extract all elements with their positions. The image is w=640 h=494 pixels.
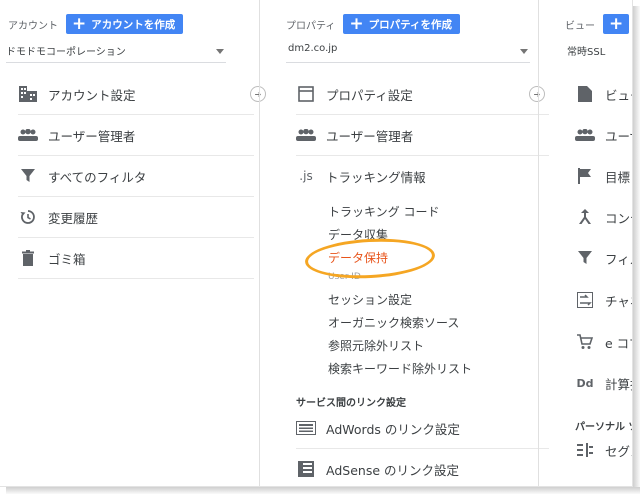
people-icon — [575, 125, 595, 145]
js-icon: .js — [299, 169, 313, 183]
all-filters-label: すべてのフィルタ — [48, 169, 147, 185]
view-column: ビュー + 常時SSL ビュー ユーザ 目標 — [538, 0, 632, 486]
content-grouping-label: コンテ — [605, 210, 632, 226]
content-grouping-item[interactable]: コンテ — [575, 197, 632, 237]
tracking-info-item[interactable]: .js トラッキング情報 — [296, 156, 426, 196]
filter-icon — [18, 166, 38, 186]
document-icon — [575, 84, 595, 104]
property-selector[interactable]: dm2.co.jp — [286, 40, 530, 63]
view-settings-item[interactable]: ビュー — [575, 74, 632, 114]
property-settings-item[interactable]: プロパティ設定 — [296, 74, 549, 115]
view-filters-item[interactable]: フィル — [575, 238, 632, 278]
tracking-code-link[interactable]: トラッキング コード — [328, 203, 439, 220]
property-settings-label: プロパティ設定 — [326, 87, 413, 103]
referral-exclusion-link[interactable]: 参照元除外リスト — [328, 337, 424, 354]
create-account-label: アカウントを作成 — [91, 18, 176, 31]
dd-icon: Dd — [576, 376, 594, 390]
adwords-linking-label: AdWords のリンク設定 — [326, 421, 460, 437]
view-filters-label: フィル — [605, 251, 632, 267]
adwords-linking-item[interactable]: AdWords のリンク設定 — [296, 408, 549, 449]
create-property-button[interactable]: + プロパティを作成 — [343, 13, 461, 34]
goals-label: 目標 — [605, 169, 631, 185]
view-user-management-label: ユーザ — [605, 128, 632, 144]
segments-label: セグメ — [605, 443, 632, 459]
tracking-info-label: トラッキング情報 — [326, 169, 426, 185]
plus-icon: + — [609, 13, 624, 34]
account-selected-value: ドモドモコーポレーション — [6, 47, 126, 58]
view-user-management-item[interactable]: ユーザ — [575, 115, 632, 155]
property-user-management-item[interactable]: ユーザー管理者 — [296, 115, 549, 156]
session-settings-link[interactable]: セッション設定 — [328, 291, 412, 308]
property-window-icon — [296, 84, 316, 104]
segments-icon — [575, 440, 595, 460]
account-settings-item[interactable]: アカウント設定 — [18, 74, 254, 115]
goals-item[interactable]: 目標 — [575, 156, 630, 196]
admin-panel: アカウント + アカウントを作成 ドモドモコーポレーション アカウント設定 ユー… — [0, 0, 633, 487]
change-history-item[interactable]: 変更履歴 — [18, 197, 254, 238]
organic-search-sources-link[interactable]: オーガニック検索ソース — [328, 314, 459, 331]
frame-shadow-right — [633, 6, 640, 494]
building-icon — [18, 84, 38, 104]
frame-shadow-bottom — [6, 487, 640, 494]
view-settings-label: ビュー — [605, 87, 632, 103]
adsense-linking-item[interactable]: AdSense のリンク設定 — [296, 449, 459, 486]
property-user-management-label: ユーザー管理者 — [326, 128, 414, 144]
account-user-management-item[interactable]: ユーザー管理者 — [18, 115, 254, 156]
flag-icon — [575, 166, 595, 186]
account-user-management-label: ユーザー管理者 — [48, 128, 136, 144]
adsense-icon — [296, 459, 316, 479]
content-grouping-icon — [575, 207, 595, 227]
create-view-button[interactable]: + — [603, 13, 630, 34]
change-history-label: 変更履歴 — [48, 210, 99, 226]
channel-icon — [575, 290, 595, 310]
calculated-metrics-item[interactable]: Dd 計算指 — [575, 363, 632, 403]
plus-icon: + — [349, 13, 364, 34]
filter-icon — [575, 248, 595, 268]
product-linking-section-title: サービス間のリンク設定 — [296, 398, 406, 409]
account-header: アカウント + アカウントを作成 — [8, 13, 184, 34]
view-selector[interactable]: 常時SSL — [565, 40, 632, 62]
ecommerce-settings-item[interactable]: e コマ — [575, 322, 632, 362]
property-label: プロパティ — [286, 20, 336, 32]
create-account-button[interactable]: + アカウントを作成 — [66, 13, 184, 34]
account-settings-label: アカウント設定 — [48, 87, 136, 103]
property-header: プロパティ + プロパティを作成 — [286, 13, 461, 34]
ecommerce-settings-label: e コマ — [605, 335, 632, 351]
chevron-down-icon — [520, 49, 528, 54]
cart-icon — [575, 332, 595, 352]
adwords-icon — [296, 418, 316, 438]
view-header: ビュー + — [565, 13, 630, 34]
view-label: ビュー — [565, 20, 595, 32]
people-icon — [18, 125, 38, 145]
account-column: アカウント + アカウントを作成 ドモドモコーポレーション アカウント設定 ユー… — [0, 0, 258, 486]
history-icon — [18, 207, 38, 227]
chevron-down-icon — [216, 49, 224, 54]
adsense-linking-label: AdSense のリンク設定 — [326, 462, 459, 478]
channel-settings-label: チャネ — [605, 293, 632, 309]
trash-label: ゴミ箱 — [48, 251, 86, 267]
calculated-metrics-label: 計算指 — [605, 376, 632, 392]
segments-item[interactable]: セグメ — [575, 430, 632, 470]
trash-icon — [18, 248, 38, 268]
people-icon — [296, 125, 316, 145]
all-filters-item[interactable]: すべてのフィルタ — [18, 156, 254, 197]
account-label: アカウント — [8, 20, 58, 32]
account-selector[interactable]: ドモドモコーポレーション — [6, 40, 226, 63]
channel-settings-item[interactable]: チャネ — [575, 280, 632, 320]
search-term-exclusion-link[interactable]: 検索キーワード除外リスト — [328, 360, 472, 377]
trash-item[interactable]: ゴミ箱 — [18, 238, 254, 279]
property-selected-value: dm2.co.jp — [288, 43, 338, 54]
create-property-label: プロパティを作成 — [368, 18, 453, 31]
view-selected-value: 常時SSL — [567, 47, 606, 58]
plus-icon: + — [72, 13, 87, 34]
